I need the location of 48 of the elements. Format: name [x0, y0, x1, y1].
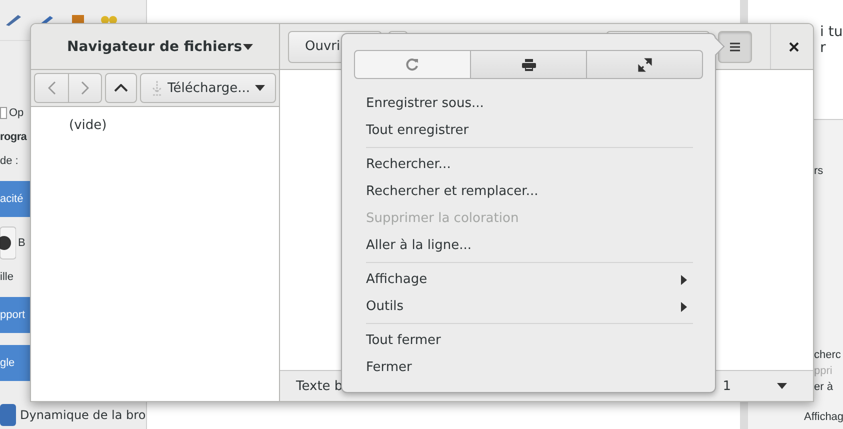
menu-item[interactable]: cherc [814, 349, 843, 361]
option-label: de : [0, 155, 18, 167]
option-label: B [18, 237, 26, 249]
document-text: i tu r [820, 24, 843, 56]
dynamics-icon[interactable] [0, 402, 16, 428]
submenu-arrow-icon [681, 302, 687, 312]
menu-item[interactable]: Fermer [354, 354, 703, 381]
reload-icon [406, 58, 419, 71]
up-icon [114, 84, 128, 92]
menu-item[interactable]: Tout enregistrer [354, 117, 703, 144]
section-title: rogra [0, 131, 27, 143]
download-icon [150, 80, 163, 96]
dropdown-icon [255, 85, 265, 91]
dropdown-icon[interactable] [243, 44, 253, 50]
menu-item[interactable]: Enregistrer sous... [354, 90, 703, 117]
menu-item[interactable]: Rechercher et remplacer... [354, 178, 703, 205]
menu-item[interactable]: Affichag [804, 411, 843, 423]
submenu-arrow-icon [681, 274, 687, 284]
checkbox[interactable] [0, 107, 7, 119]
menu-item[interactable]: Outils [354, 293, 703, 320]
menu-item[interactable]: Rechercher... [354, 151, 703, 178]
forward-icon [81, 81, 89, 95]
menu-button[interactable] [718, 30, 752, 62]
position-label[interactable]: 1 [722, 378, 731, 394]
panel-label: rs [814, 165, 824, 177]
menu-item[interactable]: er à [814, 381, 843, 393]
brush-preview-icon[interactable] [0, 226, 16, 260]
up-button[interactable] [105, 73, 137, 103]
option-label: ille [0, 271, 14, 283]
menu-item[interactable]: Aller à la ligne... [354, 232, 703, 259]
slider-bar[interactable]: pport [0, 297, 30, 333]
print-button[interactable] [471, 50, 587, 79]
fullscreen-icon [638, 58, 652, 72]
menu-icon [730, 42, 740, 52]
location-dropdown[interactable]: Télécharge... [140, 73, 276, 103]
slider-bar[interactable]: gle [0, 345, 30, 381]
glasses-icon [100, 14, 118, 26]
back-icon [48, 81, 56, 95]
close-icon[interactable] [789, 42, 799, 52]
sidebar-switcher[interactable]: Navigateur de fichiers [67, 38, 243, 54]
dynamics-label: Dynamique de la bro [20, 408, 146, 422]
menu-item[interactable]: Affichage [354, 266, 703, 293]
menu-item[interactable]: Tout fermer [354, 327, 703, 354]
print-icon [522, 58, 536, 70]
slider-bar[interactable]: acité [0, 181, 30, 217]
dropdown-icon[interactable] [777, 383, 787, 389]
option-label: Op [9, 107, 24, 119]
empty-label: (vide) [69, 118, 107, 133]
